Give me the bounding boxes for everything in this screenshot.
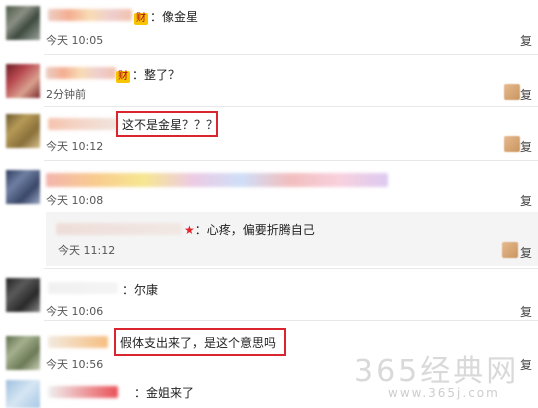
reply-button[interactable]: 复 [520, 138, 532, 155]
reply-user-icon [504, 84, 520, 100]
username[interactable] [48, 118, 118, 130]
username[interactable] [46, 67, 116, 79]
highlight-box [114, 328, 286, 356]
username[interactable] [56, 223, 182, 235]
comment-text: ：金姐来了 [134, 386, 195, 400]
comment-time: 今天 10:05 [46, 34, 104, 47]
comment-text: ：尔康 [122, 283, 159, 297]
reply-button[interactable]: 复 [520, 303, 532, 320]
divider [44, 268, 538, 269]
reply-button[interactable]: 复 [520, 244, 532, 261]
star-icon: ★ [184, 223, 195, 237]
reply-time: 今天 11:12 [58, 244, 116, 257]
username[interactable] [48, 282, 118, 294]
avatar[interactable] [6, 6, 40, 40]
comment-item: 这不是金星？？？ 今天 10:12 复 [0, 110, 538, 162]
comment-item: 财：像金星 今天 10:05 复 [0, 0, 538, 52]
comment-time: 今天 10:06 [46, 305, 104, 318]
watermark-logo: 365经典网 [354, 354, 520, 389]
reply-button[interactable]: 复 [520, 86, 532, 103]
avatar[interactable] [6, 380, 40, 408]
highlight-box [116, 111, 218, 137]
comment-time: 今天 10:56 [46, 358, 104, 371]
divider [44, 54, 538, 55]
avatar[interactable] [6, 336, 40, 370]
avatar[interactable] [6, 278, 40, 312]
wealth-badge-icon: 财 [134, 13, 148, 25]
username[interactable] [48, 336, 108, 348]
comment-time: 今天 10:12 [46, 140, 104, 153]
divider [44, 106, 538, 107]
avatar[interactable] [6, 64, 40, 98]
reply-button[interactable]: 复 [520, 192, 532, 209]
watermark-url: www.365j.com [388, 386, 500, 400]
comment-text: 财：像金星 [134, 10, 199, 25]
divider [44, 320, 538, 321]
reply-thread: ★：心疼，偏要折腾自己 今天 11:12 复 [46, 212, 538, 266]
reply-button[interactable]: 复 [520, 32, 532, 49]
username[interactable] [48, 386, 118, 398]
divider [44, 160, 538, 161]
username-emoji-row[interactable] [46, 173, 388, 187]
wealth-badge-icon: 财 [116, 71, 130, 83]
reply-user-icon [504, 136, 520, 152]
comment-text: 财：整了？ [116, 68, 181, 83]
reply-button[interactable]: 复 [520, 356, 532, 373]
avatar[interactable] [6, 114, 40, 148]
comment-time: 今天 10:08 [46, 194, 104, 207]
comment-item: 财：整了？ 2分钟前 复 [0, 58, 538, 108]
comment-item: ：尔康 今天 10:06 复 [0, 272, 538, 322]
comment-time: 2分钟前 [46, 88, 86, 101]
comment-item: 今天 10:08 复 ★：心疼，偏要折腾自己 今天 11:12 复 [0, 164, 538, 270]
avatar[interactable] [6, 170, 40, 204]
reply-user-icon [502, 242, 518, 258]
username[interactable] [48, 9, 132, 21]
reply-text: ★：心疼，偏要折腾自己 [184, 223, 315, 237]
